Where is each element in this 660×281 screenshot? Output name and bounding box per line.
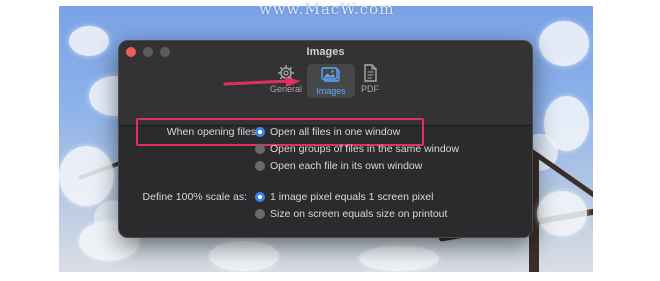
window-title: Images — [306, 46, 345, 58]
option-open-groups-same-window[interactable]: Open groups of files in the same window — [255, 143, 459, 155]
annotation-arrow — [223, 77, 301, 87]
option-label: Open groups of files in the same window — [270, 143, 460, 155]
preferences-window: Images General Images PDF When opening f… — [118, 40, 533, 238]
scale-label: Define 100% scale as: — [142, 191, 247, 203]
radio-unselected[interactable] — [255, 161, 265, 171]
radio-selected[interactable] — [255, 192, 265, 202]
photo-icon — [321, 67, 340, 82]
radio-unselected[interactable] — [255, 209, 265, 219]
watermark-text: www.MacW.com — [259, 0, 395, 18]
option-open-all-one-window[interactable]: Open all files in one window — [255, 126, 400, 138]
preferences-toolbar: General Images PDF — [119, 64, 532, 98]
radio-selected[interactable] — [255, 127, 265, 137]
option-open-each-own-window[interactable]: Open each file in its own window — [255, 160, 422, 172]
option-label: Size on screen equals size on printout — [270, 208, 448, 220]
opening-files-label: When opening files: — [166, 126, 259, 138]
radio-unselected[interactable] — [255, 144, 265, 154]
option-image-pixel-screen-pixel[interactable]: 1 image pixel equals 1 screen pixel — [255, 191, 433, 203]
tab-pdf[interactable]: PDF — [345, 64, 395, 94]
title-bar: Images General Images PDF — [119, 41, 532, 126]
document-icon — [364, 64, 377, 82]
option-label: 1 image pixel equals 1 screen pixel — [270, 191, 434, 203]
option-screen-equals-printout[interactable]: Size on screen equals size on printout — [255, 208, 447, 220]
option-label: Open each file in its own window — [270, 160, 423, 172]
option-label: Open all files in one window — [270, 126, 401, 138]
tab-pdf-label: PDF — [361, 84, 379, 94]
